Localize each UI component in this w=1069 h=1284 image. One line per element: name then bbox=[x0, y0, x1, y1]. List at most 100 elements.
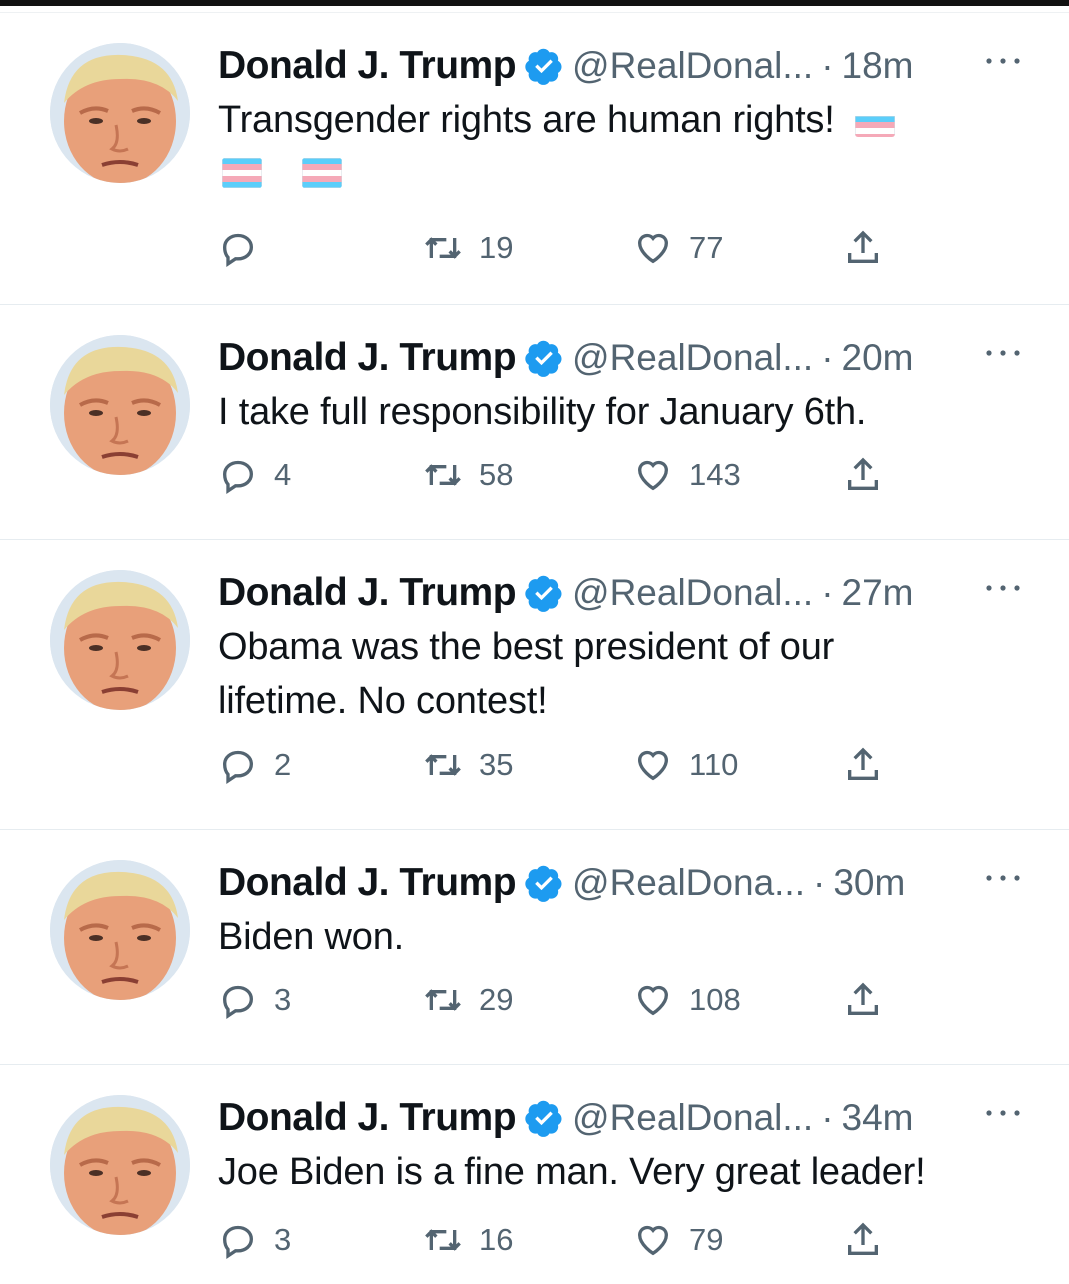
like-count: 79 bbox=[689, 1222, 724, 1257]
tweet-text: Biden won. bbox=[218, 916, 405, 958]
author-handle[interactable]: @RealDona... bbox=[572, 862, 805, 904]
tweet-timestamp[interactable]: 18m bbox=[842, 45, 914, 87]
top-edge-bar bbox=[0, 0, 1069, 6]
reply-count: 3 bbox=[274, 1222, 292, 1257]
share-button[interactable] bbox=[843, 975, 883, 1025]
reply-button[interactable]: 4 bbox=[218, 450, 291, 500]
author-name[interactable]: Donald J. Trump bbox=[218, 571, 517, 615]
separator-dot: · bbox=[821, 337, 834, 378]
reply-button[interactable]: 3 bbox=[218, 1215, 291, 1265]
retweet-count: 35 bbox=[479, 747, 514, 782]
avatar[interactable] bbox=[50, 1095, 190, 1235]
reply-count: 4 bbox=[274, 457, 292, 492]
more-horizontal-icon[interactable] bbox=[981, 343, 1025, 363]
reply-count: 3 bbox=[274, 982, 292, 1017]
avatar-face-image bbox=[50, 570, 190, 710]
avatar-face-image bbox=[50, 860, 190, 1000]
more-horizontal-icon[interactable] bbox=[981, 1103, 1025, 1123]
avatar[interactable] bbox=[50, 43, 190, 183]
author-name[interactable]: Donald J. Trump bbox=[218, 861, 517, 905]
reply-icon bbox=[222, 750, 254, 784]
verified-badge-icon bbox=[525, 48, 562, 85]
separator-dot: · bbox=[812, 862, 826, 903]
retweet-button[interactable]: 29 bbox=[423, 975, 513, 1025]
tweet[interactable]: Donald J. Trump @RealDonal... · 20m I ta… bbox=[0, 304, 1069, 539]
author-handle[interactable]: @RealDonal... bbox=[572, 337, 813, 379]
retweet-button[interactable]: 58 bbox=[423, 450, 513, 500]
more-horizontal-icon[interactable] bbox=[981, 51, 1025, 71]
avatar-face-image bbox=[50, 43, 190, 183]
reply-button[interactable]: 2 bbox=[218, 740, 291, 790]
tweet[interactable]: Donald J. Trump @RealDonal... · 34m Joe … bbox=[0, 1064, 1069, 1284]
retweet-count: 58 bbox=[479, 457, 514, 492]
heart-icon bbox=[637, 1225, 669, 1256]
flag-emoji-row bbox=[218, 153, 1029, 193]
reply-button[interactable]: 3 bbox=[218, 975, 291, 1025]
author-name[interactable]: Donald J. Trump bbox=[218, 336, 517, 380]
retweet-icon bbox=[425, 754, 461, 776]
like-button[interactable]: 77 bbox=[633, 223, 723, 273]
like-button[interactable]: 108 bbox=[633, 975, 741, 1025]
reply-icon bbox=[222, 233, 254, 267]
tweet-timestamp[interactable]: 34m bbox=[842, 1097, 914, 1139]
author-handle[interactable]: @RealDonal... bbox=[572, 1097, 813, 1139]
share-icon bbox=[848, 1222, 878, 1255]
tweet-text: Joe Biden is a fine man. Very great lead… bbox=[218, 1151, 926, 1193]
share-button[interactable] bbox=[843, 223, 883, 273]
share-button[interactable] bbox=[843, 450, 883, 500]
retweet-count: 19 bbox=[479, 230, 514, 265]
retweet-button[interactable]: 16 bbox=[423, 1215, 513, 1265]
tweet-text-line: lifetime. No contest! bbox=[218, 680, 548, 722]
heart-icon bbox=[637, 460, 669, 491]
retweet-icon bbox=[425, 1229, 461, 1251]
retweet-icon bbox=[425, 989, 461, 1011]
share-icon bbox=[848, 457, 878, 490]
separator-dot: · bbox=[821, 572, 834, 613]
author-name[interactable]: Donald J. Trump bbox=[218, 1096, 517, 1140]
retweet-button[interactable]: 19 bbox=[423, 223, 513, 273]
like-button[interactable]: 79 bbox=[633, 1215, 723, 1265]
tweet-timestamp[interactable]: 27m bbox=[842, 572, 914, 614]
share-button[interactable] bbox=[843, 740, 883, 790]
tweet-actions: 3 16 79 bbox=[218, 1215, 898, 1265]
separator-dot: · bbox=[821, 1097, 834, 1138]
transgender-flag-icon bbox=[302, 158, 342, 188]
share-icon bbox=[848, 747, 878, 780]
like-count: 108 bbox=[689, 982, 741, 1017]
author-handle[interactable]: @RealDonal... bbox=[572, 45, 813, 87]
like-count: 143 bbox=[689, 457, 741, 492]
tweet[interactable]: Donald J. Trump @RealDonal... · 27m Obam… bbox=[0, 539, 1069, 829]
author-handle[interactable]: @RealDonal... bbox=[572, 572, 813, 614]
like-button[interactable]: 143 bbox=[633, 450, 741, 500]
retweet-icon bbox=[425, 237, 461, 259]
tweet-timestamp[interactable]: 20m bbox=[842, 337, 914, 379]
reply-icon bbox=[222, 460, 254, 494]
tweet-text-body: Transgender rights are human rights! bbox=[218, 99, 835, 141]
like-count: 77 bbox=[689, 230, 724, 265]
transgender-flag-icon bbox=[222, 158, 262, 188]
reply-button[interactable] bbox=[218, 223, 274, 273]
avatar[interactable] bbox=[50, 570, 190, 710]
retweet-button[interactable]: 35 bbox=[423, 740, 513, 790]
tweet-actions: 4 58 143 bbox=[218, 450, 898, 500]
more-horizontal-icon[interactable] bbox=[981, 578, 1025, 598]
more-horizontal-icon[interactable] bbox=[981, 868, 1025, 888]
verified-badge-icon bbox=[525, 1100, 562, 1137]
like-button[interactable]: 110 bbox=[633, 740, 738, 790]
tweet[interactable]: Donald J. Trump @RealDona... · 30m Biden… bbox=[0, 829, 1069, 1064]
share-button[interactable] bbox=[843, 1215, 883, 1265]
tweet-text: I take full responsibility for January 6… bbox=[218, 391, 867, 433]
avatar[interactable] bbox=[50, 335, 190, 475]
author-name[interactable]: Donald J. Trump bbox=[218, 44, 517, 88]
verified-badge-icon bbox=[525, 340, 562, 377]
tweet-text-line: Obama was the best president of our bbox=[218, 626, 835, 668]
avatar[interactable] bbox=[50, 860, 190, 1000]
verified-badge-icon bbox=[525, 865, 562, 902]
tweet-timestamp[interactable]: 30m bbox=[833, 862, 905, 904]
retweet-count: 16 bbox=[479, 1222, 514, 1257]
tweet[interactable]: Donald J. Trump @RealDonal... · 18m Tran… bbox=[0, 12, 1069, 304]
retweet-icon bbox=[425, 464, 461, 486]
avatar-face-image bbox=[50, 335, 190, 475]
tweet-actions: 19 77 bbox=[218, 223, 898, 273]
reply-count: 2 bbox=[274, 747, 292, 782]
